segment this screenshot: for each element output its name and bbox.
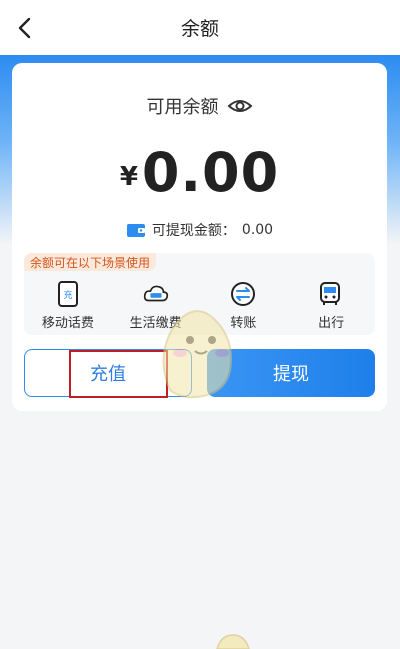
currency-symbol: ¥	[119, 162, 138, 192]
scene-item-mobile[interactable]: 充 移动话费	[28, 281, 108, 331]
usage-scenes: 余额可在以下场景使用 充 移动话费 生活缴费 转账 出行	[24, 253, 375, 335]
balance-amount: 0.00	[141, 141, 280, 204]
svg-text:充: 充	[63, 289, 72, 301]
available-balance-row: 可用余额	[12, 93, 387, 119]
available-balance-label: 可用余额	[146, 97, 219, 118]
chevron-left-icon[interactable]	[12, 15, 36, 41]
balance-card: 可用余额 ¥ 0.00 可提现金额： 0.00 余额可在以下场景使用 充 移动话…	[12, 63, 387, 411]
withdrawable-label: 可提现金额：	[151, 223, 236, 239]
bus-icon	[318, 281, 344, 307]
scene-item-utility[interactable]: 生活缴费	[116, 281, 196, 331]
balance-amount-row: ¥ 0.00	[12, 141, 387, 204]
scene-label: 出行	[318, 316, 345, 331]
page-title: 余额	[180, 18, 219, 40]
withdrawable-row: 可提现金额： 0.00	[12, 220, 387, 240]
utility-bill-icon	[143, 281, 169, 307]
usage-scenes-tag: 余额可在以下场景使用	[24, 253, 157, 271]
recharge-button[interactable]: 充值	[24, 349, 192, 398]
withdraw-button[interactable]: 提现	[207, 349, 375, 397]
scene-label: 转账	[230, 316, 257, 331]
mobile-recharge-icon: 充	[55, 281, 81, 307]
wallet-icon	[126, 222, 146, 238]
eye-icon[interactable]	[227, 97, 253, 115]
withdrawable-amount: 0.00	[241, 222, 274, 238]
scene-item-transfer[interactable]: 转账	[203, 281, 283, 331]
mascot-watermark-small	[213, 633, 253, 649]
scene-label: 移动话费	[41, 316, 94, 331]
transfer-icon	[230, 281, 256, 307]
scene-label: 生活缴费	[129, 316, 182, 331]
top-bar: 余额	[0, 0, 400, 55]
scene-item-travel[interactable]: 出行	[291, 281, 371, 331]
recharge-label: 充值	[90, 364, 126, 385]
